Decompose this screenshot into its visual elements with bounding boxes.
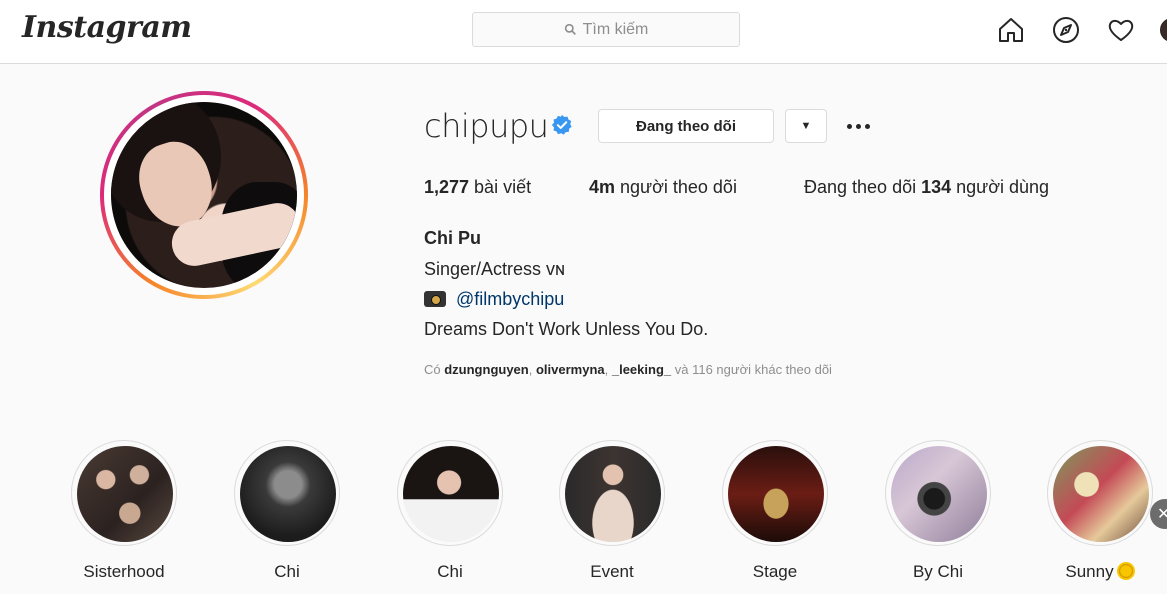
bio-link-line: @filmbychipu bbox=[424, 289, 564, 310]
instagram-logo[interactable]: Instagram bbox=[22, 10, 192, 45]
highlight-cover-image bbox=[565, 446, 661, 542]
highlight-item[interactable]: Event bbox=[559, 440, 665, 581]
highlight-item[interactable]: Chi bbox=[397, 440, 503, 581]
highlight-label: Sunny bbox=[1027, 562, 1167, 582]
highlight-label: Event bbox=[590, 562, 634, 581]
highlight-label: Stage bbox=[752, 562, 798, 581]
highlight-label: Sisterhood bbox=[83, 562, 165, 581]
followers-count-stat[interactable]: 4m người theo dõi bbox=[589, 177, 737, 198]
verified-badge-icon bbox=[551, 114, 572, 135]
profile-full-name: Chi Pu bbox=[424, 228, 481, 248]
highlight-item[interactable]: Stage bbox=[722, 440, 828, 581]
highlight-label: By Chi bbox=[912, 562, 964, 581]
highlight-label: Chi bbox=[274, 562, 300, 581]
search-input[interactable]: Tìm kiếm bbox=[472, 12, 740, 47]
search-icon bbox=[564, 23, 576, 35]
profile-picture-story-ring[interactable] bbox=[100, 91, 308, 299]
search-placeholder: Tìm kiếm bbox=[582, 20, 649, 38]
sun-emoji-icon bbox=[1116, 562, 1135, 580]
highlight-item[interactable]: By Chi bbox=[885, 440, 991, 581]
highlight-cover-image bbox=[891, 446, 987, 542]
chevron-down-icon: ▼ bbox=[800, 120, 812, 132]
highlight-item[interactable]: Sunny bbox=[1047, 440, 1153, 581]
bio-line: Singer/Actress ᴠɴ bbox=[424, 259, 565, 279]
highlight-cover-image bbox=[77, 446, 173, 542]
suggested-accounts-dropdown-button[interactable]: ▼ bbox=[785, 109, 827, 143]
highlight-cover-image bbox=[403, 446, 499, 542]
highlight-cover-image bbox=[240, 446, 336, 542]
home-icon[interactable] bbox=[997, 16, 1025, 44]
highlight-cover-image bbox=[1053, 446, 1149, 542]
highlight-cover-image bbox=[728, 446, 824, 542]
bio-mention-link[interactable]: @filmbychipu bbox=[456, 289, 564, 309]
profile-username: chipupu bbox=[424, 107, 549, 145]
more-options-icon[interactable] bbox=[843, 113, 873, 139]
following-button[interactable]: Đang theo dõi bbox=[598, 109, 774, 143]
profile-picture-border bbox=[104, 95, 304, 295]
bio-line: Dreams Don't Work Unless You Do. bbox=[424, 319, 709, 339]
highlight-item[interactable]: Chi bbox=[234, 440, 340, 581]
top-nav: Instagram Tìm kiếm bbox=[0, 0, 1167, 64]
posts-count-stat: 1,277 bài viết bbox=[424, 177, 532, 197]
followed-by-text[interactable]: Có dzungnguyen, olivermyna, _leeking_ và… bbox=[424, 362, 832, 377]
explore-icon[interactable] bbox=[1052, 16, 1080, 44]
profile-avatar[interactable] bbox=[1160, 18, 1167, 42]
following-count-stat[interactable]: Đang theo dõi 134 người dùng bbox=[804, 177, 1049, 198]
profile-picture bbox=[111, 102, 297, 288]
highlight-item[interactable]: Sisterhood bbox=[71, 440, 177, 581]
camera-emoji-icon bbox=[424, 291, 446, 307]
highlight-label: Chi bbox=[437, 562, 463, 581]
activity-heart-icon[interactable] bbox=[1107, 16, 1135, 44]
